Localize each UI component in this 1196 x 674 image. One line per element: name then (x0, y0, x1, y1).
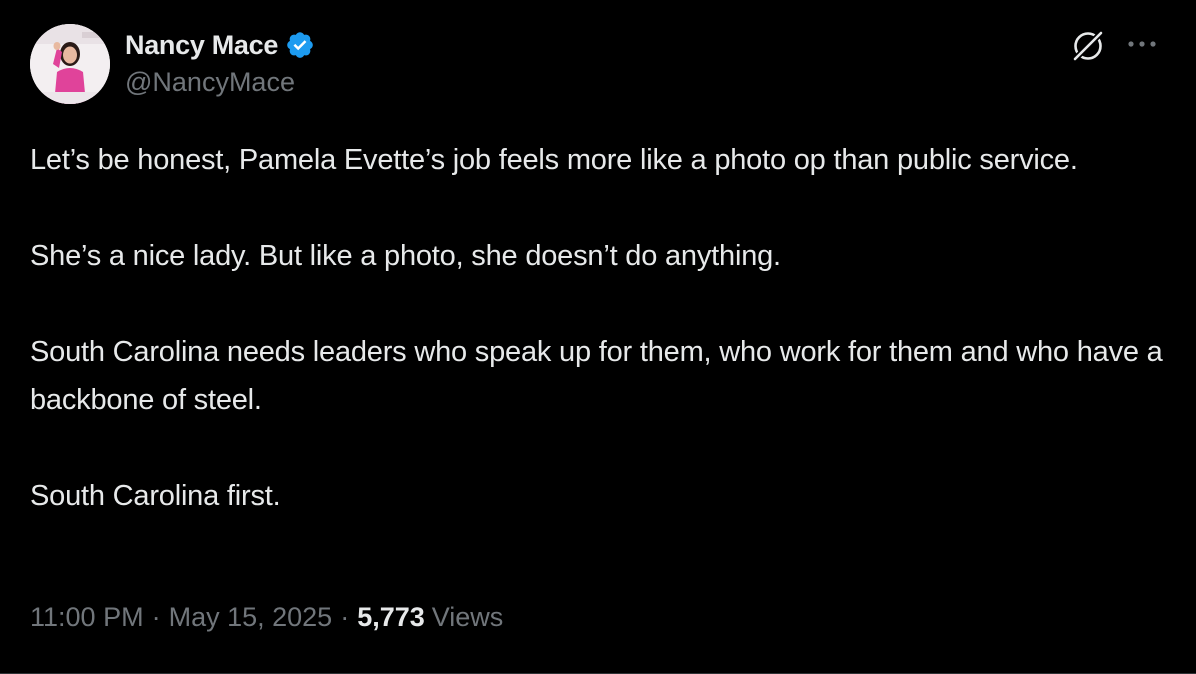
author-name-row: Nancy Mace (125, 28, 315, 62)
tweet-time[interactable]: 11:00 PM (30, 602, 144, 633)
more-options-icon[interactable] (1124, 30, 1160, 58)
tweet-paragraph: She’s a nice lady. But like a photo, she… (30, 240, 781, 272)
views-label: Views (431, 602, 504, 632)
tweet-date[interactable]: May 15, 2025 (169, 602, 333, 633)
tweet-paragraph: South Carolina needs leaders who speak u… (30, 336, 1163, 416)
views-count: 5,773 (357, 602, 425, 632)
avatar-photo (30, 24, 110, 104)
avatar[interactable] (30, 24, 110, 104)
tweet-text: Let’s be honest, Pamela Evette’s job fee… (30, 136, 1170, 520)
tweet-metadata: 11:00 PM · May 15, 2025 · 5,773 Views (30, 602, 503, 633)
grok-icon[interactable] (1068, 26, 1108, 66)
tweet-card: Nancy Mace @NancyMace Let’s be honest, P… (0, 0, 1196, 674)
tweet-paragraph: Let’s be honest, Pamela Evette’s job fee… (30, 144, 1078, 176)
tweet-paragraph: South Carolina first. (30, 480, 281, 512)
meta-separator: · (151, 602, 161, 632)
author-display-name[interactable]: Nancy Mace (125, 30, 278, 61)
author-handle[interactable]: @NancyMace (125, 67, 295, 98)
verified-badge-icon[interactable] (285, 30, 315, 60)
meta-separator: · (340, 602, 350, 632)
